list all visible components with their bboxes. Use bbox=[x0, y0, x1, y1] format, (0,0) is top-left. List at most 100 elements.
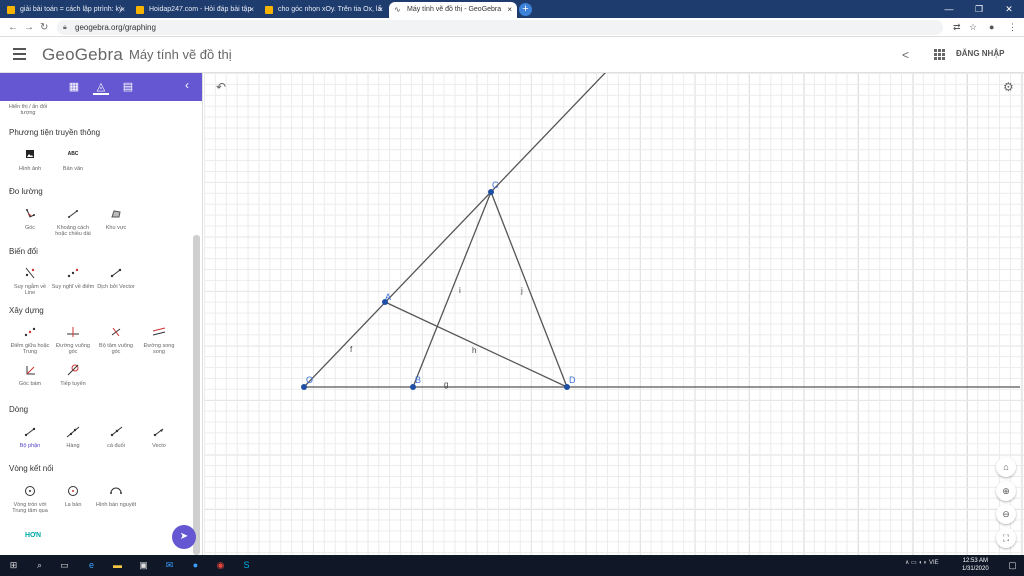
panel-scrollbar[interactable] bbox=[193, 235, 200, 555]
store-icon[interactable]: ▣ bbox=[137, 559, 150, 572]
area-icon bbox=[109, 208, 123, 220]
ray-icon bbox=[109, 426, 123, 438]
language-indicator[interactable]: VIE bbox=[929, 560, 939, 566]
tool-text[interactable]: ABC Bản văn bbox=[51, 149, 95, 172]
minimize-icon[interactable]: — bbox=[934, 0, 964, 18]
tool-tangents[interactable]: Tiếp tuyến bbox=[51, 364, 95, 387]
tools-icon[interactable]: ◬ bbox=[93, 79, 109, 95]
reflect-point-icon bbox=[66, 267, 80, 279]
tool-show-hide-object[interactable]: Hiển thị / ẩn đối tượng bbox=[3, 104, 53, 116]
tool-parallel-line[interactable]: Đường song song bbox=[137, 326, 181, 355]
url-text: geogebra.org/graphing bbox=[75, 23, 156, 32]
undo-icon[interactable]: ↶ bbox=[216, 80, 226, 94]
geogebra-logo[interactable]: GeoGebra bbox=[42, 45, 123, 65]
close-icon[interactable]: × bbox=[507, 2, 512, 18]
file-explorer-icon[interactable]: ▬ bbox=[111, 559, 124, 572]
window-close-icon[interactable]: ✕ bbox=[994, 0, 1024, 18]
windows-start-icon[interactable]: ⊞ bbox=[7, 559, 20, 572]
home-view-icon[interactable]: ⌂ bbox=[996, 457, 1016, 477]
tool-ray[interactable]: cá đuối bbox=[94, 426, 138, 449]
tool-translate-vector[interactable]: Dịch bởi Vector bbox=[94, 267, 138, 290]
login-button[interactable]: ĐĂNG NHẬP bbox=[956, 49, 1004, 58]
settings-gear-icon[interactable]: ⚙ bbox=[1003, 80, 1014, 94]
zoom-in-icon[interactable]: ⊕ bbox=[996, 481, 1016, 501]
skype-icon[interactable]: S bbox=[240, 559, 253, 572]
collapse-panel-icon[interactable]: ‹ bbox=[185, 78, 189, 92]
graphics-view[interactable]: O B D A C f g h i j bbox=[204, 73, 1024, 555]
table-icon[interactable]: ▤ bbox=[120, 79, 136, 95]
address-bar: ← → ↻ 🔒︎ geogebra.org/graphing ⇄ ☆ ● ⋮ bbox=[0, 18, 1024, 37]
construction-drawing[interactable]: O B D A C f g h i j bbox=[204, 73, 1024, 555]
close-icon[interactable]: × bbox=[378, 2, 383, 18]
point-label-o: O bbox=[306, 375, 313, 385]
app-header: GeoGebra Máy tính vẽ đồ thị < ĐĂNG NHẬP bbox=[0, 37, 1024, 73]
task-view-icon[interactable]: ▭ bbox=[58, 559, 71, 572]
browser-tab[interactable]: giải bài toán = cách lập ptrình: kỳ × bbox=[2, 2, 130, 18]
clock[interactable]: 12:53 AM 1/31/2020 bbox=[962, 557, 989, 573]
point-label-c: C bbox=[492, 180, 499, 190]
tool-image[interactable]: Hình ảnh bbox=[8, 149, 52, 172]
edge-browser-icon[interactable]: e bbox=[85, 559, 98, 572]
browser-menu-icon[interactable]: ⋮ bbox=[1008, 21, 1017, 34]
chrome-icon[interactable]: ◉ bbox=[214, 559, 227, 572]
tab-title: Hoidap247.com - Hỏi đáp bài tập bbox=[149, 6, 252, 13]
segment-h[interactable] bbox=[384, 301, 568, 388]
search-icon[interactable]: ⌕ bbox=[33, 559, 46, 572]
tool-midpoint[interactable]: Điểm giữa hoặc Trung bbox=[8, 326, 52, 355]
system-tray[interactable]: ∧ ▭ ◖ ◐ VIE bbox=[905, 559, 939, 566]
browser-tab[interactable]: cho góc nhọn xOy. Trên tia Ox, lấ × bbox=[260, 2, 388, 18]
close-icon[interactable]: × bbox=[249, 2, 254, 18]
tool-perpendicular-bisector[interactable]: Bộ tâm vuông góc bbox=[94, 326, 138, 355]
zalo-icon[interactable]: ● bbox=[189, 559, 202, 572]
tool-circle-center-point[interactable]: Vòng tròn với Trung tâm qua bbox=[8, 485, 52, 514]
profile-icon[interactable]: ● bbox=[989, 21, 994, 34]
move-tool-cursor-icon[interactable]: ➤ bbox=[172, 525, 196, 549]
tool-reflect-line[interactable]: Suy ngẫm về Line bbox=[8, 267, 52, 296]
back-icon[interactable]: ← bbox=[8, 20, 18, 35]
share-icon[interactable]: < bbox=[902, 48, 909, 62]
point-label-b: B bbox=[415, 375, 421, 385]
bookmark-star-icon[interactable]: ☆ bbox=[969, 21, 977, 34]
tool-reflect-point[interactable]: Suy nghĩ về điểm bbox=[51, 267, 95, 290]
segment-label-g: g bbox=[444, 380, 448, 389]
tool-line[interactable]: Hàng bbox=[51, 426, 95, 449]
tool-distance[interactable]: Khoảng cách hoặc chiều dài bbox=[51, 208, 95, 237]
line-icon bbox=[66, 426, 80, 438]
restore-icon[interactable]: ❐ bbox=[964, 0, 994, 18]
browser-tab[interactable]: Hoidap247.com - Hỏi đáp bài tập × bbox=[131, 2, 259, 18]
tab-title: Máy tính vẽ đồ thị - GeoGebra bbox=[407, 6, 502, 13]
new-tab-button[interactable]: + bbox=[519, 3, 532, 16]
tool-compass[interactable]: La bàn bbox=[51, 485, 95, 508]
tool-angle[interactable]: Góc bbox=[8, 208, 52, 231]
apps-grid-icon[interactable] bbox=[934, 49, 945, 60]
url-input[interactable]: 🔒︎ geogebra.org/graphing bbox=[57, 20, 943, 35]
notifications-icon[interactable]: ▢ bbox=[1006, 559, 1019, 572]
segment-j[interactable] bbox=[490, 191, 568, 388]
tab-title: giải bài toán = cách lập ptrình: kỳ bbox=[20, 6, 123, 13]
midpoint-icon bbox=[23, 326, 37, 338]
tool-vector[interactable]: Vecto bbox=[137, 426, 181, 449]
segment-label-j: j bbox=[520, 286, 523, 295]
point-label-d: D bbox=[569, 375, 576, 385]
translate-icon[interactable]: ⇄ bbox=[953, 21, 961, 34]
hamburger-menu-icon[interactable] bbox=[13, 48, 26, 60]
tool-perpendicular-line[interactable]: Đường vuông góc bbox=[51, 326, 95, 355]
hoidap-favicon-icon bbox=[136, 6, 144, 14]
tool-segment-selected[interactable]: Bộ phận bbox=[8, 426, 52, 449]
tool-semicircle[interactable]: Hình bán nguyệt bbox=[94, 485, 138, 508]
segment-i[interactable] bbox=[412, 191, 492, 388]
forward-icon[interactable]: → bbox=[24, 20, 34, 35]
algebra-calculator-icon[interactable]: ▦ bbox=[66, 79, 82, 95]
fullscreen-icon[interactable]: ⛶ bbox=[996, 528, 1016, 548]
angle-bisector-icon bbox=[23, 364, 37, 376]
ray-f[interactable] bbox=[303, 73, 606, 388]
close-icon[interactable]: × bbox=[120, 2, 125, 18]
tool-angle-bisector[interactable]: Góc bám bbox=[8, 364, 52, 387]
section-title: Xây dựng bbox=[9, 306, 44, 315]
browser-tab-active[interactable]: ∿ Máy tính vẽ đồ thị - GeoGebra × bbox=[389, 2, 517, 18]
zoom-out-icon[interactable]: ⊖ bbox=[996, 504, 1016, 524]
mail-icon[interactable]: ✉ bbox=[163, 559, 176, 572]
more-tools-button[interactable]: HƠN bbox=[25, 532, 41, 539]
reload-icon[interactable]: ↻ bbox=[40, 20, 48, 35]
tool-area[interactable]: Khu vực bbox=[94, 208, 138, 231]
